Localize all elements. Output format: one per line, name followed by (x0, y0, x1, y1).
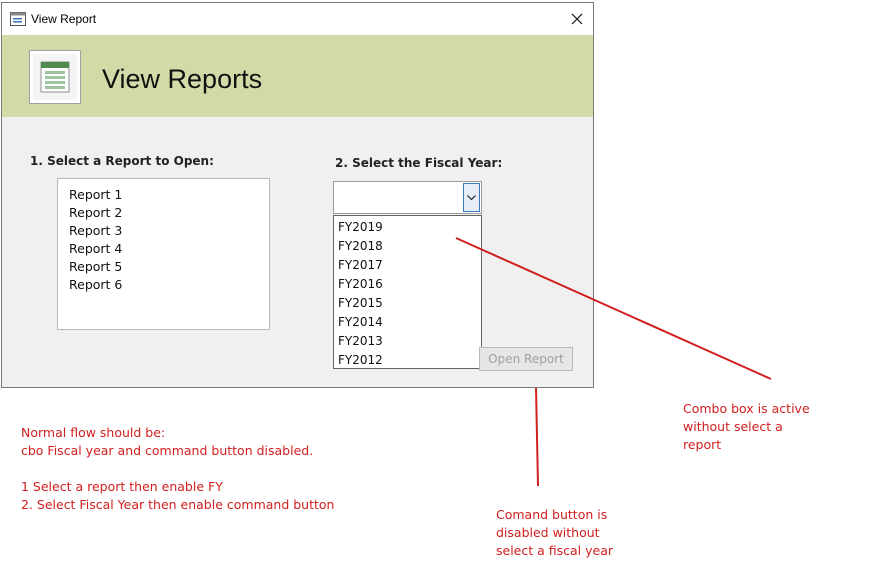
annotation-line: Normal flow should be: (21, 425, 166, 440)
flow-annotation: Normal flow should be: cbo Fiscal year a… (21, 424, 334, 514)
annotation-line: 2. Select Fiscal Year then enable comman… (21, 497, 335, 512)
annotation-line: cbo Fiscal year and command button disab… (21, 443, 314, 458)
combo-annotation-line (455, 237, 772, 380)
annotation-line: report (683, 437, 722, 452)
annotation-line: select a fiscal year (496, 543, 613, 558)
annotation-line: 1 Select a report then enable FY (21, 479, 223, 494)
annotation-line (21, 460, 334, 478)
annotation-line: without select a (683, 419, 783, 434)
combo-annotation: Combo box is active without select a rep… (683, 400, 810, 454)
button-annotation-line (535, 387, 539, 487)
annotation-line: Comand button is (496, 507, 608, 522)
button-annotation: Comand button is disabled without select… (496, 506, 613, 560)
annotation-line: Combo box is active (683, 401, 810, 416)
annotation-line: disabled without (496, 525, 600, 540)
